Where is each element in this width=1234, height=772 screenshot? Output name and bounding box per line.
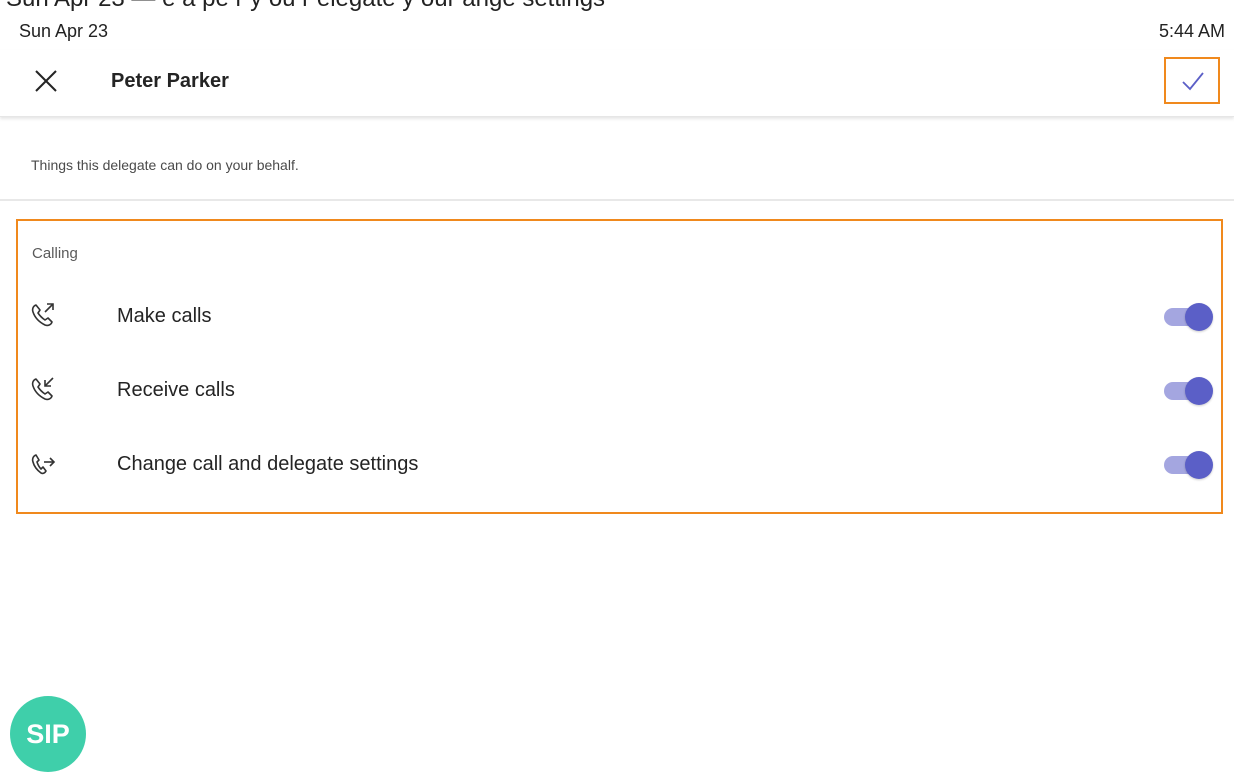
receive-calls-toggle[interactable] — [1164, 377, 1214, 405]
status-time: 5:44 AM — [1158, 21, 1225, 41]
save-button[interactable] — [1164, 57, 1220, 104]
close-button[interactable] — [28, 63, 64, 99]
page-title: Peter Parker — [111, 70, 229, 92]
cropped-caption-strip: Sun Apr 23 — e a pe r y ou r elegate y o… — [0, 0, 1234, 12]
toggle-knob — [1185, 377, 1213, 405]
calling-permissions-section: Calling Make calls Receive calls Change … — [16, 219, 1223, 514]
delegate-description: Things this delegate can do on your beha… — [31, 157, 299, 173]
outgoing-call-icon — [31, 303, 54, 327]
status-bar: Sun Apr 23 5:44 AM — [0, 12, 1234, 50]
toggle-knob — [1185, 451, 1213, 479]
permission-label: Change call and delegate settings — [117, 453, 419, 475]
permission-label: Receive calls — [117, 379, 235, 401]
close-icon — [35, 70, 57, 92]
status-date: Sun Apr 23 — [19, 21, 109, 41]
toggle-knob — [1185, 303, 1213, 331]
permission-row-make-calls: Make calls — [18, 287, 1221, 347]
cropped-caption-text: Sun Apr 23 — e a pe r y ou r elegate y o… — [6, 0, 605, 12]
checkmark-icon — [1182, 72, 1204, 91]
permission-label: Make calls — [117, 305, 212, 327]
permission-row-receive-calls: Receive calls — [18, 361, 1221, 421]
call-forward-icon — [31, 454, 56, 475]
make-calls-toggle[interactable] — [1164, 303, 1214, 331]
section-label-calling: Calling — [32, 245, 78, 262]
permission-row-change-settings: Change call and delegate settings — [18, 435, 1221, 495]
change-settings-toggle[interactable] — [1164, 451, 1214, 479]
app-header: Peter Parker — [0, 50, 1234, 117]
section-divider — [0, 199, 1234, 201]
sip-badge: SIP — [10, 696, 86, 772]
incoming-call-icon — [31, 377, 54, 401]
